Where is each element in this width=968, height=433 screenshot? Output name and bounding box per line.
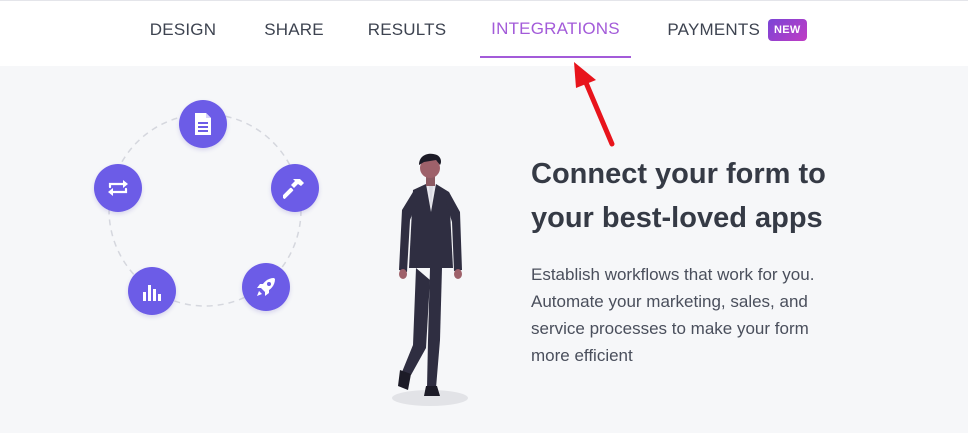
tab-results[interactable]: RESULTS [350, 1, 464, 59]
bar-chart-icon [128, 267, 176, 315]
tab-design-label: DESIGN [149, 20, 217, 39]
integrations-page: DESIGN SHARE RESULTS INTEGRATIONS PAYMEN… [0, 0, 968, 433]
tab-payments[interactable]: PAYMENTS NEW [652, 1, 822, 59]
new-badge: NEW [768, 19, 807, 41]
tab-payments-label: PAYMENTS [667, 20, 760, 39]
sync-icon [94, 164, 142, 212]
tab-share[interactable]: SHARE [246, 1, 342, 59]
tab-integrations[interactable]: INTEGRATIONS [480, 1, 631, 58]
tab-share-label: SHARE [264, 20, 324, 39]
tab-design[interactable]: DESIGN [128, 1, 238, 59]
page-description: Establish workflows that work for you. A… [531, 265, 815, 365]
tab-integrations-label: INTEGRATIONS [491, 19, 620, 38]
top-navigation: DESIGN SHARE RESULTS INTEGRATIONS PAYMEN… [0, 0, 968, 66]
rocket-icon [242, 263, 290, 311]
page-headline: Connect your form to your best-loved app… [531, 158, 826, 234]
integration-icon-ring [90, 95, 330, 320]
hammer-icon [271, 164, 319, 212]
red-arrow-icon [574, 62, 615, 147]
tab-results-label: RESULTS [367, 20, 447, 39]
businessman-illustration [392, 153, 468, 406]
document-icon [179, 100, 227, 148]
